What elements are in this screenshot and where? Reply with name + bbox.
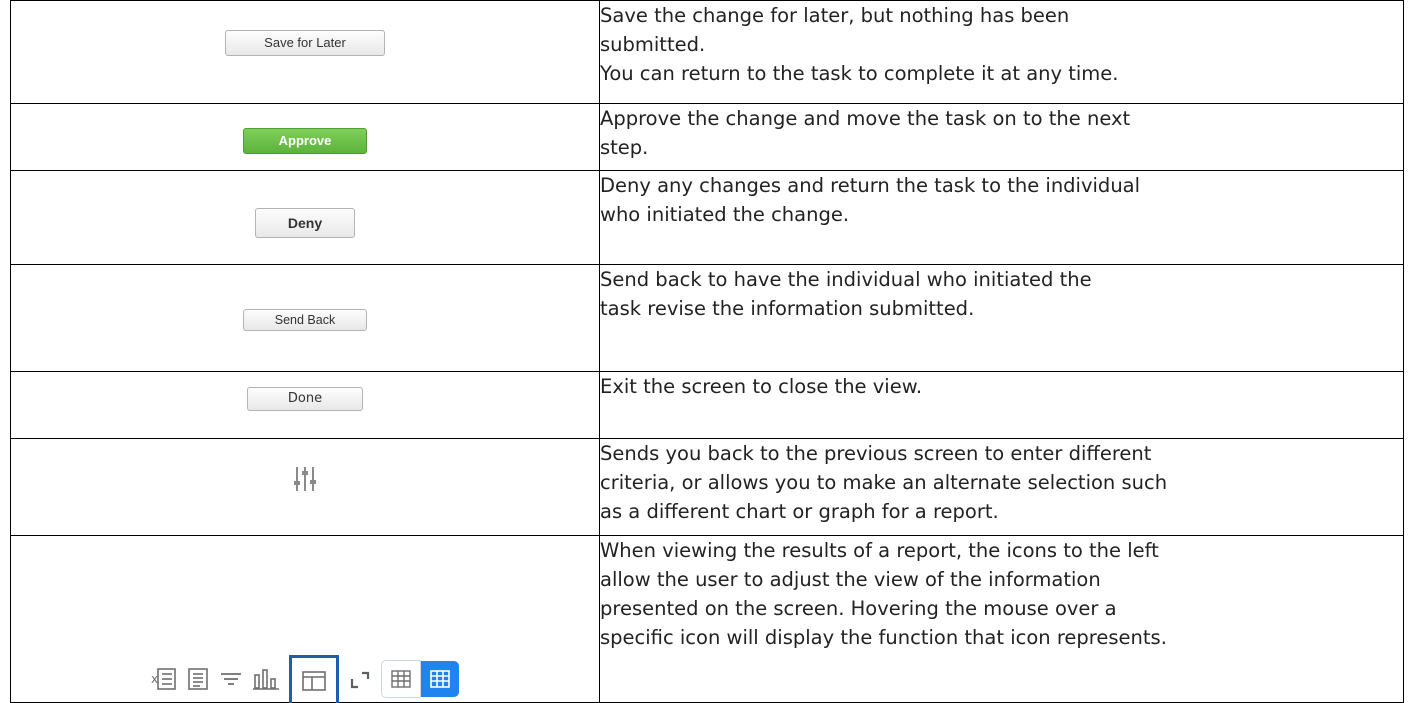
description-cell: Exit the screen to close the view. <box>599 371 1404 439</box>
pdf-list-icon[interactable] <box>187 655 209 703</box>
approve-button[interactable]: Approve <box>243 128 367 154</box>
chart-icon[interactable] <box>253 655 279 703</box>
table-row: Approve Approve the change and move the … <box>10 103 1404 171</box>
description-cell: Deny any changes and return the task to … <box>599 170 1404 265</box>
table-row: x When viewing the results of a report, … <box>10 535 1404 703</box>
button-legend-table: Save for Later Save the change for later… <box>10 0 1404 703</box>
description-line: allow the user to adjust the view of the… <box>600 568 1101 591</box>
table-row: Deny Deny any changes and return the tas… <box>10 170 1404 265</box>
deny-button[interactable]: Deny <box>255 207 355 238</box>
description-line: who initiated the change. <box>600 203 850 226</box>
description-line: Exit the screen to close the view. <box>600 375 923 398</box>
button-cell: Deny <box>10 170 600 265</box>
grid-view-toggle <box>381 659 459 699</box>
table-row: Send Back Send back to have the individu… <box>10 264 1404 372</box>
description-line: as a different chart or graph for a repo… <box>600 500 999 523</box>
button-cell: Send Back <box>10 264 600 372</box>
description-cell: When viewing the results of a report, th… <box>599 535 1404 703</box>
button-cell: x <box>10 535 600 703</box>
description-line: step. <box>600 136 649 159</box>
button-cell: Approve <box>10 103 600 171</box>
filter-icon[interactable] <box>219 655 243 703</box>
table-row: Done Exit the screen to close the view. <box>10 371 1404 439</box>
grid-view-selected-icon[interactable] <box>421 661 459 697</box>
description-line: Send back to have the individual who ini… <box>600 268 1092 291</box>
description-line: task revise the information submitted. <box>600 297 975 320</box>
description-line: When viewing the results of a report, th… <box>600 539 1159 562</box>
description-line: presented on the screen. Hovering the mo… <box>600 597 1117 620</box>
table-row: Save for Later Save the change for later… <box>10 0 1404 104</box>
send-back-button[interactable]: Send Back <box>243 309 367 331</box>
description-line: Save the change for later, but nothing h… <box>600 4 1070 27</box>
button-cell: Done <box>10 371 600 439</box>
table-row: Sends you back to the previous screen to… <box>10 438 1404 536</box>
save-for-later-button[interactable]: Save for Later <box>225 30 385 56</box>
description-cell: Approve the change and move the task on … <box>599 103 1404 171</box>
expand-icon[interactable] <box>349 655 371 703</box>
svg-text:x: x <box>151 672 158 686</box>
grid-view-icon[interactable] <box>381 660 421 698</box>
export-excel-icon[interactable]: x <box>151 655 177 703</box>
description-line: Approve the change and move the task on … <box>600 107 1131 130</box>
description-line: Deny any changes and return the task to … <box>600 174 1141 197</box>
description-cell: Sends you back to the previous screen to… <box>599 438 1404 536</box>
button-cell <box>10 438 600 536</box>
adjust-sliders-icon[interactable] <box>294 466 316 497</box>
description-cell: Send back to have the individual who ini… <box>599 264 1404 372</box>
description-line: criteria, or allows you to make an alter… <box>600 471 1168 494</box>
description-line: specific icon will display the function … <box>600 626 1167 649</box>
description-line: Sends you back to the previous screen to… <box>600 442 1152 465</box>
table-layout-icon[interactable] <box>289 655 339 703</box>
description-cell: Save the change for later, but nothing h… <box>599 0 1404 104</box>
description-line: submitted. <box>600 33 706 56</box>
report-view-toolbar: x <box>11 655 599 703</box>
button-cell: Save for Later <box>10 0 600 104</box>
description-line: You can return to the task to complete i… <box>600 62 1119 85</box>
done-button[interactable]: Done <box>247 387 363 411</box>
